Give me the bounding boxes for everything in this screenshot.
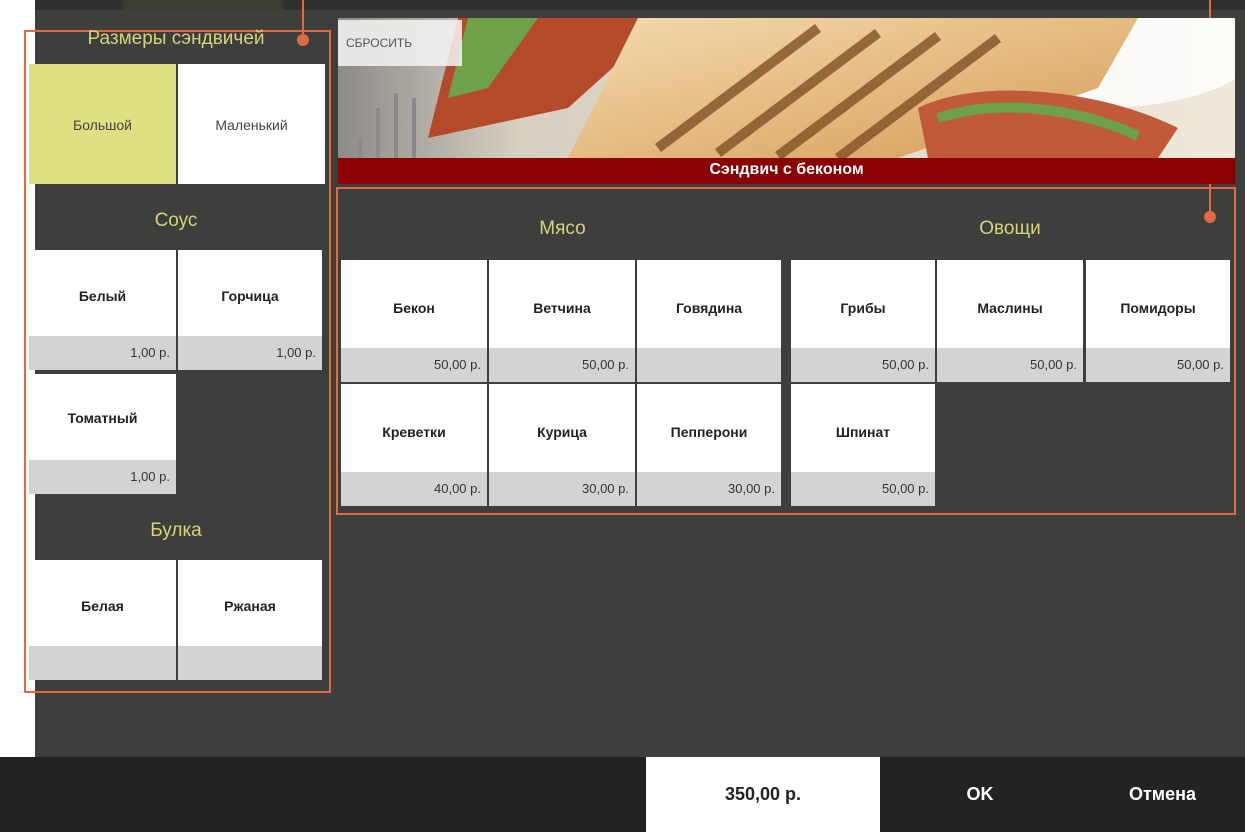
reset-button[interactable]: СБРОСИТЬ — [338, 20, 462, 66]
size-large-label: Большой — [73, 117, 132, 133]
sandwich-photo-illustration — [338, 18, 1235, 158]
meat-shrimp-tile[interactable]: Креветки 40,00 р. — [341, 384, 487, 506]
meat-ham-label: Ветчина — [533, 300, 591, 316]
product-photo — [338, 18, 1235, 158]
sauce-white-tile[interactable]: Белый 1,00 р. — [29, 250, 176, 370]
meat-chicken-label: Курица — [537, 424, 587, 440]
size-large-tile[interactable]: Большой — [29, 64, 176, 184]
meat-bacon-tile[interactable]: Бекон 50,00 р. — [341, 260, 487, 382]
bun-white-price — [29, 646, 176, 680]
sizes-title: Размеры сэндвичей — [87, 28, 265, 49]
product-title: Сэндвич с беконом — [709, 161, 864, 178]
sauce-tomato-tile[interactable]: Томатный 1,00 р. — [29, 374, 176, 494]
meat-pepperoni-label: Пепперони — [670, 424, 748, 440]
meat-bacon-label: Бекон — [393, 300, 435, 316]
meat-shrimp-price: 40,00 р. — [341, 472, 487, 506]
top-strip — [35, 0, 1245, 10]
size-small-tile[interactable]: Маленький — [178, 64, 325, 184]
bun-title: Булка — [150, 520, 202, 541]
sauce-white-price: 1,00 р. — [29, 336, 176, 370]
veg-spinach-tile[interactable]: Шпинат 50,00 р. — [791, 384, 935, 506]
veg-title: Овощи — [979, 218, 1041, 239]
bun-rye-tile[interactable]: Ржаная — [178, 560, 322, 680]
meat-bacon-price: 50,00 р. — [341, 348, 487, 382]
veg-olives-tile[interactable]: Маслины 50,00 р. — [937, 260, 1083, 382]
bun-white-tile[interactable]: Белая — [29, 560, 176, 680]
meat-ham-tile[interactable]: Ветчина 50,00 р. — [489, 260, 635, 382]
meat-title: Мясо — [539, 218, 586, 239]
sauce-mustard-price: 1,00 р. — [178, 336, 322, 370]
veg-mushrooms-tile[interactable]: Грибы 50,00 р. — [791, 260, 935, 382]
veg-mushrooms-label: Грибы — [840, 300, 886, 316]
veg-tomatoes-price: 50,00 р. — [1086, 348, 1230, 382]
veg-mushrooms-price: 50,00 р. — [791, 348, 935, 382]
meat-beef-tile[interactable]: Говядина — [637, 260, 781, 382]
veg-spinach-price: 50,00 р. — [791, 472, 935, 506]
meat-chicken-tile[interactable]: Курица 30,00 р. — [489, 384, 635, 506]
cancel-button[interactable]: Отмена — [1080, 757, 1245, 832]
size-small-label: Маленький — [215, 117, 288, 133]
product-title-bar: Сэндвич с беконом — [338, 158, 1235, 184]
meat-pepperoni-price: 30,00 р. — [637, 472, 781, 506]
order-total: 350,00 р. — [646, 757, 880, 832]
veg-olives-label: Маслины — [977, 300, 1043, 316]
bun-white-label: Белая — [81, 598, 124, 614]
bun-rye-price — [178, 646, 322, 680]
veg-tomatoes-tile[interactable]: Помидоры 50,00 р. — [1086, 260, 1230, 382]
meat-beef-label: Говядина — [675, 300, 743, 316]
sauce-title: Соус — [154, 210, 198, 231]
veg-olives-price: 50,00 р. — [937, 348, 1083, 382]
meat-ham-price: 50,00 р. — [489, 348, 635, 382]
veg-tomatoes-label: Помидоры — [1120, 300, 1196, 316]
sauce-tomato-label: Томатный — [67, 410, 138, 426]
modifier-dialog: Размеры сэндвичей Большой Маленький Соус… — [0, 0, 1245, 832]
sauce-mustard-label: Горчица — [221, 288, 279, 304]
meat-shrimp-label: Креветки — [382, 424, 446, 440]
meat-chicken-price: 30,00 р. — [489, 472, 635, 506]
bun-rye-label: Ржаная — [224, 598, 276, 614]
meat-beef-price — [637, 348, 781, 382]
veg-spinach-label: Шпинат — [835, 424, 891, 440]
ok-button[interactable]: OK — [880, 757, 1080, 832]
sauce-white-label: Белый — [78, 288, 127, 304]
sauce-tomato-price: 1,00 р. — [29, 460, 176, 494]
meat-pepperoni-tile[interactable]: Пепперони 30,00 р. — [637, 384, 781, 506]
sauce-mustard-tile[interactable]: Горчица 1,00 р. — [178, 250, 322, 370]
